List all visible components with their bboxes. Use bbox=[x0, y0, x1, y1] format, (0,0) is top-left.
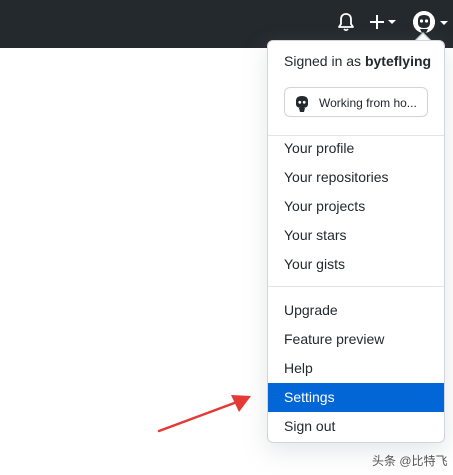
octocat-icon bbox=[293, 94, 311, 112]
menu-item-upgrade[interactable]: Upgrade bbox=[268, 296, 444, 325]
divider bbox=[268, 286, 444, 287]
status-text: Working from ho... bbox=[319, 96, 417, 110]
plus-icon bbox=[370, 15, 396, 29]
menu-item-your-repositories[interactable]: Your repositories bbox=[268, 163, 444, 192]
menu-item-sign-out[interactable]: Sign out bbox=[268, 412, 444, 441]
annotation-arrow bbox=[157, 395, 251, 433]
menu-item-settings[interactable]: Settings bbox=[268, 383, 444, 412]
bell-icon[interactable] bbox=[337, 12, 355, 32]
menu-item-help[interactable]: Help bbox=[268, 354, 444, 383]
menu-item-your-projects[interactable]: Your projects bbox=[268, 192, 444, 221]
user-dropdown-menu: Signed in as byteflying Working from ho.… bbox=[267, 40, 445, 443]
watermark: 头条 @比特飞 bbox=[372, 454, 448, 468]
set-status-button[interactable]: Working from ho... bbox=[284, 87, 428, 117]
menu-item-your-profile[interactable]: Your profile bbox=[268, 134, 444, 163]
signed-in-label: Signed in as byteflying bbox=[284, 53, 432, 69]
avatar bbox=[413, 11, 435, 33]
menu-item-your-gists[interactable]: Your gists bbox=[268, 250, 444, 279]
menu-item-feature-preview[interactable]: Feature preview bbox=[268, 325, 444, 354]
username: byteflying bbox=[364, 53, 432, 69]
menu-item-your-stars[interactable]: Your stars bbox=[268, 221, 444, 250]
create-new-button[interactable] bbox=[369, 12, 399, 32]
chevron-down-icon bbox=[440, 21, 448, 25]
